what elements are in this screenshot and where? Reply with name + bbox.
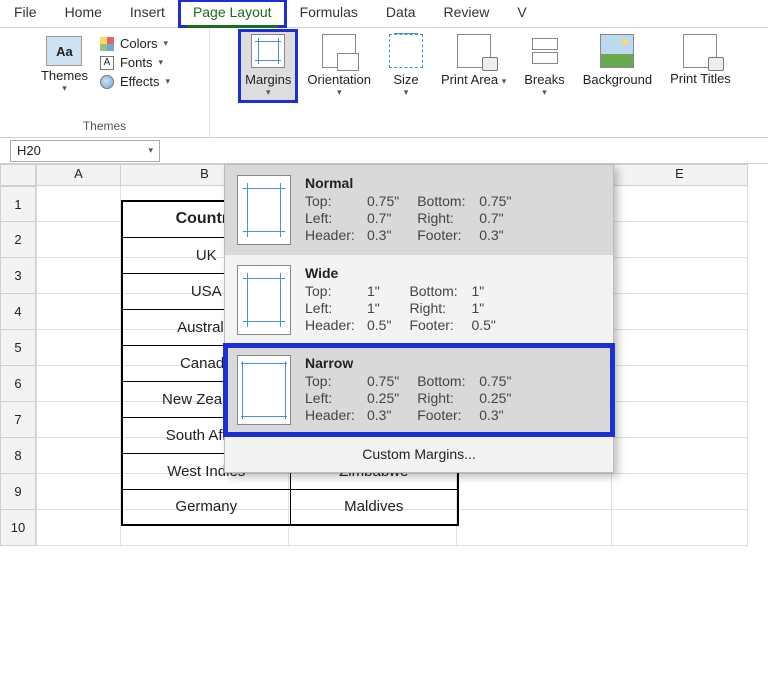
chevron-down-icon: ▾ [337, 87, 342, 98]
group-themes: Aa Themes ▾ Colors ▾ A Fonts ▾ Effects [0, 28, 210, 137]
group-label-themes: Themes [83, 117, 126, 137]
margins-icon [251, 34, 285, 68]
background-label: Background [583, 70, 652, 87]
fonts-label: Fonts [120, 55, 153, 70]
fonts-button[interactable]: A Fonts ▾ [100, 55, 170, 70]
size-icon [389, 34, 423, 68]
row-header[interactable]: 8 [0, 438, 36, 474]
row-header[interactable]: 7 [0, 402, 36, 438]
tab-home[interactable]: Home [51, 0, 116, 27]
print-titles-icon [683, 34, 717, 68]
chevron-down-icon: ▾ [148, 145, 153, 156]
breaks-icon [528, 34, 562, 68]
margins-normal-icon [237, 175, 291, 245]
chevron-down-icon: ▾ [266, 87, 271, 98]
size-label: Size [393, 70, 418, 87]
print-titles-button[interactable]: Print Titles [662, 30, 739, 86]
margins-option-normal[interactable]: Normal Top:0.75" Left:0.7" Header:0.3" B… [225, 165, 613, 255]
colors-label: Colors [120, 36, 158, 51]
margins-option-narrow[interactable]: Narrow Top:0.75" Left:0.25" Header:0.3" … [225, 345, 613, 435]
tab-data[interactable]: Data [372, 0, 430, 27]
effects-label: Effects [120, 74, 160, 89]
row-header[interactable]: 10 [0, 510, 36, 546]
print-titles-label: Print Titles [670, 70, 731, 86]
tab-page-layout[interactable]: Page Layout [179, 0, 286, 27]
print-area-button[interactable]: Print Area ▾ [433, 30, 514, 87]
background-icon [600, 34, 634, 68]
colors-icon [100, 37, 114, 51]
orientation-label: Orientation [307, 70, 371, 87]
themes-button[interactable]: Aa Themes ▾ [35, 30, 94, 94]
chevron-down-icon: ▾ [542, 87, 547, 98]
name-box-value: H20 [17, 143, 41, 158]
breaks-label: Breaks [524, 70, 564, 87]
chevron-down-icon: ▾ [158, 57, 163, 68]
row-header[interactable]: 5 [0, 330, 36, 366]
chevron-down-icon: ▾ [165, 76, 170, 87]
effects-button[interactable]: Effects ▾ [100, 74, 170, 89]
fonts-icon: A [100, 56, 114, 70]
tab-review[interactable]: Review [430, 0, 504, 27]
chevron-down-icon: ▾ [164, 38, 169, 49]
chevron-down-icon: ▾ [404, 87, 409, 98]
breaks-button[interactable]: Breaks ▾ [516, 30, 572, 98]
tab-insert[interactable]: Insert [116, 0, 179, 27]
table-row: GermanyMaldives [122, 489, 458, 525]
row-headers: 1 2 3 4 5 6 7 8 9 10 [0, 186, 36, 546]
margins-label: Margins [245, 70, 291, 87]
row-header[interactable]: 3 [0, 258, 36, 294]
row-header[interactable]: 9 [0, 474, 36, 510]
print-area-label: Print Area ▾ [441, 70, 506, 87]
formula-bar-row: H20 ▾ [0, 138, 768, 164]
size-button[interactable]: Size ▾ [381, 30, 431, 98]
ribbon-tabs: File Home Insert Page Layout Formulas Da… [0, 0, 768, 28]
margins-option-wide[interactable]: Wide Top:1" Left:1" Header:0.5" Bottom:1… [225, 255, 613, 345]
worksheet-area: A B C D E 1 2 3 4 5 6 7 8 9 10 [0, 164, 768, 546]
themes-label: Themes [41, 66, 88, 83]
margins-button[interactable]: Margins ▾ [239, 30, 297, 102]
margins-option-name: Narrow [305, 355, 601, 371]
row-header[interactable]: 1 [0, 186, 36, 222]
group-page-setup: Margins ▾ Orientation ▾ Size ▾ Print Are… [210, 28, 768, 137]
col-header-e[interactable]: E [612, 164, 748, 186]
tab-file[interactable]: File [0, 0, 51, 27]
colors-button[interactable]: Colors ▾ [100, 36, 170, 51]
select-all-corner[interactable] [0, 164, 36, 186]
row-header[interactable]: 6 [0, 366, 36, 402]
orientation-button[interactable]: Orientation ▾ [299, 30, 379, 98]
margins-option-name: Normal [305, 175, 601, 191]
themes-icon: Aa [46, 36, 82, 66]
margins-dropdown: Normal Top:0.75" Left:0.7" Header:0.3" B… [224, 164, 614, 473]
chevron-down-icon: ▾ [62, 83, 67, 94]
margins-narrow-icon [237, 355, 291, 425]
margins-wide-icon [237, 265, 291, 335]
tab-view[interactable]: V [503, 0, 540, 27]
group-label-page-setup [487, 117, 490, 137]
name-box[interactable]: H20 ▾ [10, 140, 160, 162]
row-header[interactable]: 4 [0, 294, 36, 330]
ribbon: Aa Themes ▾ Colors ▾ A Fonts ▾ Effects [0, 28, 768, 138]
col-header-a[interactable]: A [36, 164, 121, 186]
margins-option-name: Wide [305, 265, 601, 281]
orientation-icon [322, 34, 356, 68]
effects-icon [100, 75, 114, 89]
background-button[interactable]: Background [575, 30, 660, 87]
custom-margins-button[interactable]: Custom Margins... [225, 435, 613, 472]
print-area-icon [457, 34, 491, 68]
tab-formulas[interactable]: Formulas [286, 0, 372, 27]
row-header[interactable]: 2 [0, 222, 36, 258]
